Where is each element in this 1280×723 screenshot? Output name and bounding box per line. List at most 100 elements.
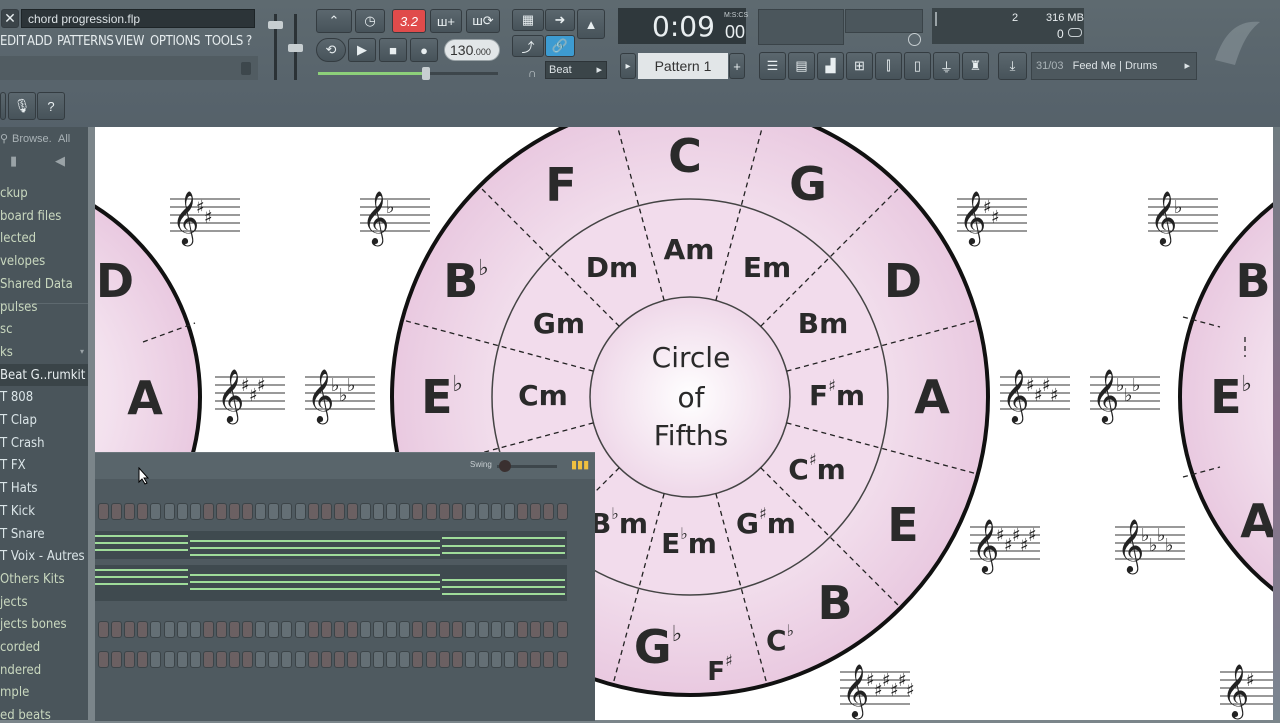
step-button[interactable] bbox=[464, 503, 476, 520]
wait-for-input-button[interactable]: ➜ bbox=[545, 9, 575, 31]
step-button[interactable] bbox=[176, 503, 188, 520]
step-button[interactable] bbox=[556, 621, 568, 638]
step-button[interactable] bbox=[229, 503, 240, 520]
step-button[interactable] bbox=[255, 621, 267, 638]
step-button[interactable] bbox=[242, 651, 254, 668]
step-button[interactable] bbox=[477, 621, 489, 638]
step-button[interactable] bbox=[268, 503, 280, 520]
browser-item[interactable]: jects bones bbox=[0, 617, 67, 632]
help-button[interactable]: ? bbox=[37, 92, 65, 120]
step-button[interactable] bbox=[111, 503, 123, 520]
browser-item[interactable]: ks bbox=[0, 345, 13, 360]
step-button[interactable] bbox=[491, 621, 502, 638]
step-button[interactable] bbox=[491, 651, 502, 668]
step-button[interactable] bbox=[346, 651, 358, 668]
step-button[interactable] bbox=[124, 651, 136, 668]
step-button[interactable] bbox=[360, 651, 371, 668]
step-button[interactable] bbox=[451, 621, 463, 638]
step-button[interactable] bbox=[98, 651, 109, 668]
step-button[interactable] bbox=[543, 651, 555, 668]
step-button[interactable] bbox=[530, 621, 542, 638]
step-button[interactable] bbox=[255, 651, 267, 668]
step-button[interactable] bbox=[556, 503, 568, 520]
step-button[interactable] bbox=[163, 651, 175, 668]
step-button[interactable] bbox=[124, 621, 136, 638]
step-button[interactable] bbox=[98, 503, 109, 520]
step-button[interactable] bbox=[412, 621, 424, 638]
multilink-button[interactable]: 🔗 bbox=[545, 35, 575, 57]
snap-selector[interactable]: Beat ▸ bbox=[545, 61, 607, 79]
step-button[interactable] bbox=[111, 621, 123, 638]
step-button[interactable] bbox=[399, 621, 411, 638]
menu-patterns[interactable]: PATTERNS bbox=[57, 34, 114, 49]
step-button[interactable] bbox=[189, 621, 201, 638]
tempo-tap-button[interactable]: ◷ bbox=[355, 9, 385, 33]
step-button[interactable] bbox=[477, 651, 489, 668]
graph-icon[interactable]: ▮▮▮ bbox=[571, 458, 589, 471]
step-button[interactable] bbox=[137, 621, 149, 638]
step-button[interactable] bbox=[373, 503, 385, 520]
step-button[interactable] bbox=[451, 503, 463, 520]
browser-item[interactable]: board files bbox=[0, 209, 61, 224]
step-button[interactable] bbox=[281, 503, 293, 520]
step-button[interactable] bbox=[504, 503, 516, 520]
step-button[interactable] bbox=[215, 651, 227, 668]
browser-item[interactable]: T Hats bbox=[0, 481, 38, 496]
browser-item[interactable]: T Kick bbox=[0, 504, 35, 519]
master-volume-slider[interactable] bbox=[268, 21, 283, 29]
step-button[interactable] bbox=[504, 651, 516, 668]
piano-roll-button[interactable]: ▟ bbox=[817, 52, 844, 80]
step-button[interactable] bbox=[307, 621, 319, 638]
step-button[interactable] bbox=[425, 651, 437, 668]
browser-item[interactable]: velopes bbox=[0, 254, 45, 269]
download-button[interactable]: ⤓ bbox=[998, 52, 1027, 80]
browser-item[interactable]: pulses bbox=[0, 300, 37, 315]
speaker-icon[interactable]: ◀ bbox=[55, 153, 65, 169]
browser-item[interactable]: Beat G..rumkit bbox=[0, 368, 85, 383]
step-button[interactable] bbox=[517, 503, 529, 520]
pattern-selector[interactable]: Pattern 1 bbox=[638, 53, 728, 79]
menu-options[interactable]: OPTIONS bbox=[150, 34, 200, 49]
plugin-picker-button[interactable]: ⏚ bbox=[933, 52, 960, 80]
browser-item[interactable]: sc bbox=[0, 322, 13, 337]
step-button[interactable] bbox=[150, 621, 162, 638]
step-button[interactable] bbox=[150, 503, 162, 520]
step-button[interactable] bbox=[438, 503, 450, 520]
play-button[interactable]: ▶ bbox=[348, 38, 376, 62]
step-button[interactable] bbox=[412, 503, 424, 520]
tempo-field[interactable]: 130.000 bbox=[444, 39, 500, 61]
step-button[interactable] bbox=[464, 621, 476, 638]
step-button[interactable] bbox=[517, 621, 529, 638]
browser-filter[interactable]: All bbox=[58, 133, 70, 145]
browser-item[interactable]: T Crash bbox=[0, 436, 45, 451]
browser-item[interactable]: T Snare bbox=[0, 527, 45, 542]
tempo-finder-button[interactable]: ♜ bbox=[962, 52, 989, 80]
step-button[interactable] bbox=[202, 651, 214, 668]
step-button[interactable] bbox=[189, 503, 201, 520]
step-button[interactable] bbox=[202, 621, 214, 638]
metronome-button[interactable]: 3.2 bbox=[392, 9, 426, 33]
blend-notes-button[interactable]: ⤴ bbox=[512, 35, 544, 57]
step-button[interactable] bbox=[451, 651, 463, 668]
step-button[interactable] bbox=[320, 651, 332, 668]
step-button[interactable] bbox=[320, 503, 332, 520]
step-button[interactable] bbox=[229, 651, 240, 668]
step-button[interactable] bbox=[137, 503, 149, 520]
step-button[interactable] bbox=[229, 621, 240, 638]
step-button[interactable] bbox=[268, 651, 280, 668]
step-button[interactable] bbox=[281, 621, 293, 638]
browser-item[interactable]: Shared Data bbox=[0, 277, 73, 292]
browser-search-label[interactable]: Browse. bbox=[12, 133, 52, 145]
step-edit-button[interactable]: ш+ bbox=[430, 9, 462, 33]
step-button[interactable] bbox=[425, 503, 437, 520]
step-button[interactable] bbox=[399, 503, 411, 520]
typing-keyboard-button[interactable]: ▦ bbox=[512, 9, 544, 31]
step-button[interactable] bbox=[294, 621, 306, 638]
step-button[interactable] bbox=[176, 651, 188, 668]
browser-item[interactable]: mple bbox=[0, 685, 29, 700]
browser-item[interactable]: T Clap bbox=[0, 413, 37, 428]
close-button[interactable]: ✕ bbox=[1, 9, 19, 28]
step-button[interactable] bbox=[163, 503, 175, 520]
pattern-song-mode-button[interactable]: ⌃ bbox=[316, 9, 352, 33]
step-button[interactable] bbox=[530, 503, 542, 520]
